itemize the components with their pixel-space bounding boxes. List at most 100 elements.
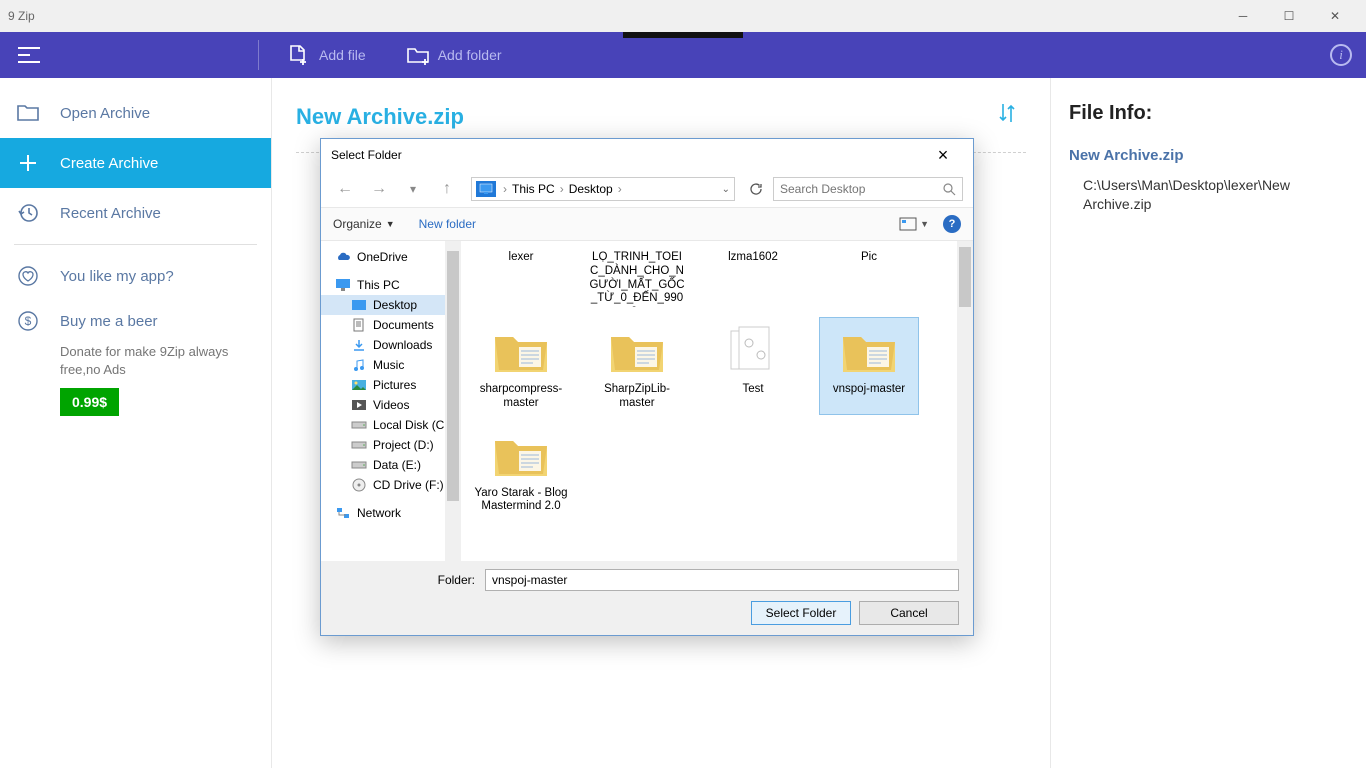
sidebar-item-label: Buy me a beer <box>60 313 158 330</box>
donate-text: Donate for make 9Zip always free,no Ads <box>0 341 271 388</box>
sidebar-separator <box>14 244 257 245</box>
tree-cd-drive-f[interactable]: CD Drive (F:) <box>321 475 461 495</box>
dialog-close-button[interactable]: × <box>923 145 963 166</box>
add-file-button[interactable]: Add file <box>267 32 386 78</box>
tree-documents[interactable]: Documents <box>321 315 461 335</box>
tree-local-disk-c[interactable]: Local Disk (C:) <box>321 415 461 435</box>
window-controls: ─ ☐ ✕ <box>1220 0 1358 32</box>
folder-open-icon <box>16 101 40 125</box>
drive-icon <box>351 438 367 452</box>
folder-icon <box>489 425 553 483</box>
folder-vnspoj[interactable]: vnspoj-master <box>819 317 919 415</box>
breadcrumb-bar[interactable]: › This PC › Desktop › ⌄ <box>471 177 735 201</box>
folder-sharpziplib[interactable]: SharpZipLib-master <box>587 317 687 415</box>
tree-videos[interactable]: Videos <box>321 395 461 415</box>
info-button[interactable]: i <box>1330 44 1352 66</box>
add-folder-button[interactable]: Add folder <box>386 32 522 78</box>
add-folder-label: Add folder <box>438 47 502 63</box>
close-button[interactable]: ✕ <box>1312 0 1358 32</box>
folder-yaro[interactable]: Yaro Starak - Blog Mastermind 2.0 <box>471 421 571 519</box>
nav-up-button[interactable]: ↑ <box>433 175 461 203</box>
chevron-right-icon: › <box>615 182 625 196</box>
cancel-button[interactable]: Cancel <box>859 601 959 625</box>
folder-icon <box>837 321 901 379</box>
monitor-icon <box>335 278 351 292</box>
svg-text:$: $ <box>25 314 32 328</box>
chevron-down-icon: ▼ <box>386 219 395 229</box>
view-icon <box>899 217 917 231</box>
sidebar-item-label: You like my app? <box>60 268 174 285</box>
file-info-name: New Archive.zip <box>1069 147 1348 164</box>
sidebar-buy-beer[interactable]: $ Buy me a beer <box>0 301 271 341</box>
sidebar-recent-archive[interactable]: Recent Archive <box>0 188 271 238</box>
file-info-title: File Info: <box>1069 102 1348 125</box>
file-info-panel: File Info: New Archive.zip C:\Users\Man\… <box>1050 78 1366 768</box>
network-icon <box>335 506 351 520</box>
menu-button[interactable] <box>0 32 48 78</box>
tree-onedrive[interactable]: OneDrive <box>321 247 461 267</box>
sidebar-item-label: Recent Archive <box>60 205 161 222</box>
dialog-footer: Folder: Select Folder Cancel <box>321 561 973 635</box>
tree-desktop[interactable]: Desktop <box>321 295 461 315</box>
scrollbar-thumb[interactable] <box>959 247 971 307</box>
file-info-path: C:\Users\Man\Desktop\lexer\New Archive.z… <box>1069 176 1348 214</box>
scrollbar-thumb[interactable] <box>447 251 459 501</box>
folder-scrollbar[interactable] <box>957 241 973 561</box>
folder-test[interactable]: Test <box>703 317 803 415</box>
music-icon <box>351 358 367 372</box>
history-icon <box>16 201 40 225</box>
select-folder-button[interactable]: Select Folder <box>751 601 851 625</box>
drive-icon <box>351 458 367 472</box>
toolbar-divider <box>258 40 259 70</box>
select-folder-dialog: Select Folder × ← → ▾ ↑ › This PC › Desk… <box>320 138 974 636</box>
chevron-right-icon: › <box>557 182 567 196</box>
dialog-body: OneDrive This PC Desktop Documents Downl… <box>321 241 973 561</box>
dialog-toolbar: Organize ▼ New folder ▼ ? <box>321 207 973 241</box>
folder-add-icon <box>406 44 428 66</box>
chevron-right-icon: › <box>500 182 510 196</box>
heart-icon <box>16 264 40 288</box>
view-dropdown[interactable]: ▼ <box>899 217 929 231</box>
maximize-button[interactable]: ☐ <box>1266 0 1312 32</box>
tree-pictures[interactable]: Pictures <box>321 375 461 395</box>
tree-network[interactable]: Network <box>321 503 461 523</box>
chevron-down-icon[interactable]: ⌄ <box>722 184 730 195</box>
search-input[interactable] <box>780 182 943 196</box>
breadcrumb-this-pc[interactable]: This PC <box>512 182 555 196</box>
tree-data-e[interactable]: Data (E:) <box>321 455 461 475</box>
folder-lexer[interactable]: lexer <box>471 247 571 311</box>
tree-music[interactable]: Music <box>321 355 461 375</box>
price-badge[interactable]: 0.99$ <box>60 388 119 416</box>
sidebar-open-archive[interactable]: Open Archive <box>0 88 271 138</box>
refresh-button[interactable] <box>745 178 767 200</box>
sort-button[interactable] <box>994 100 1022 128</box>
cd-icon <box>351 478 367 492</box>
folder-lzma[interactable]: lzma1602 <box>703 247 803 311</box>
tree-project-d[interactable]: Project (D:) <box>321 435 461 455</box>
folder-pic[interactable]: Pic <box>819 247 919 311</box>
nav-dropdown-button[interactable]: ▾ <box>399 175 427 203</box>
sidebar: Open Archive Create Archive Recent Archi… <box>0 78 272 768</box>
tree-downloads[interactable]: Downloads <box>321 335 461 355</box>
nav-forward-button[interactable]: → <box>365 175 393 203</box>
nav-back-button[interactable]: ← <box>331 175 359 203</box>
sidebar-like-app[interactable]: You like my app? <box>0 251 271 301</box>
cloud-icon <box>335 250 351 264</box>
tree-this-pc[interactable]: This PC <box>321 275 461 295</box>
file-add-icon <box>287 44 309 66</box>
help-button[interactable]: ? <box>943 215 961 233</box>
add-file-label: Add file <box>319 47 366 63</box>
folder-icon <box>489 321 553 379</box>
new-folder-button[interactable]: New folder <box>419 217 476 231</box>
search-box[interactable] <box>773 177 963 201</box>
breadcrumb-desktop[interactable]: Desktop <box>569 182 613 196</box>
minimize-button[interactable]: ─ <box>1220 0 1266 32</box>
folder-toeic[interactable]: LỘ_TRÌNH_TOEIC_DÀNH_CHO_NGƯỜI_MẤT_GỐC_TỪ… <box>587 247 687 311</box>
folder-name-input[interactable] <box>485 569 959 591</box>
tree-scrollbar[interactable] <box>445 241 461 561</box>
window-title: 9 Zip <box>8 9 1220 23</box>
sidebar-create-archive[interactable]: Create Archive <box>0 138 271 188</box>
organize-dropdown[interactable]: Organize ▼ <box>333 217 395 231</box>
main-toolbar: Add file Add folder i <box>0 32 1366 78</box>
folder-sharpcompress[interactable]: sharpcompress-master <box>471 317 571 415</box>
